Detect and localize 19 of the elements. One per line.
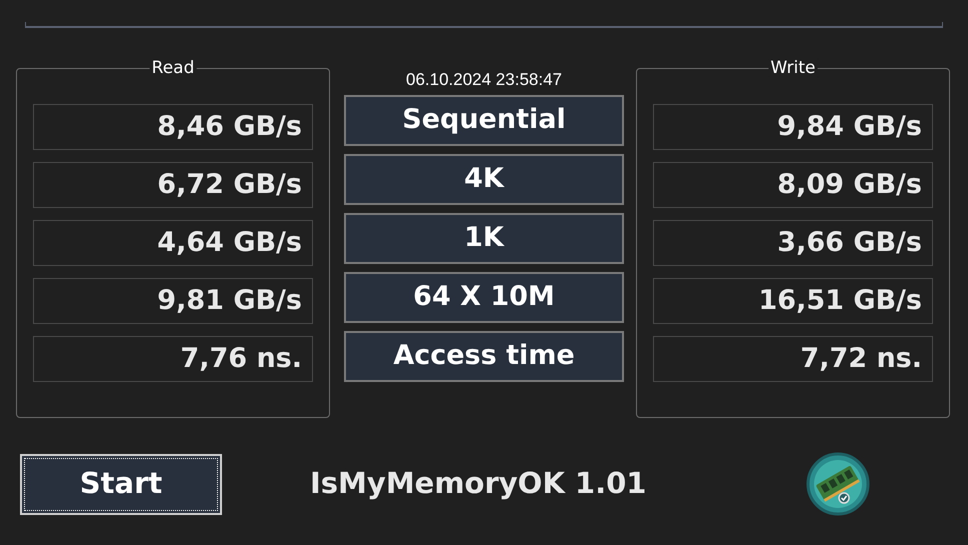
result-value: 8,09 GB/s [653, 162, 933, 208]
result-value: 3,66 GB/s [653, 220, 933, 266]
app-title: IsMyMemoryOK 1.01 [310, 465, 646, 502]
test-button[interactable]: Access time [344, 331, 624, 382]
test-button[interactable]: 1K [344, 213, 624, 264]
result-value: 9,84 GB/s [653, 104, 933, 150]
result-value: 16,51 GB/s [653, 278, 933, 324]
result-value: 8,46 GB/s [33, 104, 313, 150]
test-button[interactable]: 64 X 10M [344, 272, 624, 323]
result-value: 4,64 GB/s [33, 220, 313, 266]
result-value: 9,81 GB/s [33, 278, 313, 324]
timestamp: 06.10.2024 23:58:47 [406, 70, 562, 90]
start-button[interactable]: Start [20, 454, 222, 514]
test-button[interactable]: Sequential [344, 95, 624, 146]
test-button[interactable]: 4K [344, 154, 624, 205]
result-value: 7,72 ns. [653, 336, 933, 382]
memory-chip-icon [806, 452, 870, 516]
result-value: 6,72 GB/s [33, 162, 313, 208]
result-value: 7,76 ns. [33, 336, 313, 382]
